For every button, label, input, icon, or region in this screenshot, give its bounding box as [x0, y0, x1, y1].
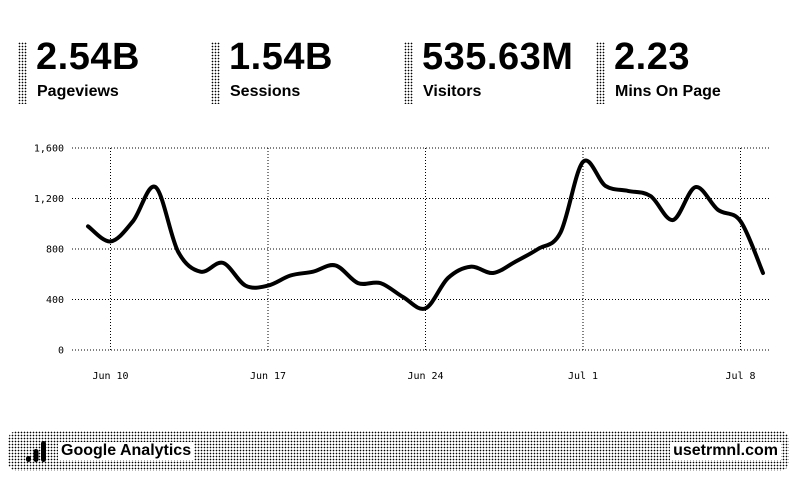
y-tick-label: 0 [58, 346, 64, 357]
metric-accent-bar [18, 42, 27, 104]
x-tick-label: Jul 8 [725, 371, 755, 382]
metric-accent-bar [211, 42, 220, 104]
y-tick-label: 1,600 [34, 144, 64, 155]
x-tick-label: Jun 24 [407, 371, 443, 382]
brand-name: Google Analytics [58, 442, 195, 460]
metric-value: 2.54B [36, 36, 140, 78]
x-tick-label: Jul 1 [568, 371, 598, 382]
metric-value: 2.23 [614, 36, 690, 78]
metric-value: 535.63M [422, 36, 574, 78]
metric-label: Visitors [423, 83, 482, 100]
pageviews-line-chart: 0 400 800 1,200 1,600 Jun 10 Jun 17 Jun 24 Jul 1… [0, 130, 797, 390]
metric-accent-bar [404, 42, 413, 104]
metric-label: Mins On Page [615, 83, 721, 100]
y-tick-label: 400 [46, 295, 64, 306]
metric-label: Pageviews [37, 83, 119, 100]
metric-label: Sessions [230, 83, 301, 100]
x-tick-label: Jun 17 [250, 371, 286, 382]
bar-chart-icon [26, 441, 46, 462]
footer-bar: Google Analytics usetrmnl.com [8, 431, 789, 471]
y-tick-label: 800 [46, 245, 64, 256]
site-url: usetrmnl.com [670, 442, 781, 460]
metric-value: 1.54B [229, 36, 333, 78]
metrics-row: 2.54B Pageviews 1.54B Sessions 535.63M V… [18, 38, 788, 104]
x-tick-label: Jun 10 [92, 371, 128, 382]
metric-accent-bar [596, 42, 605, 104]
y-tick-label: 1,200 [34, 194, 64, 205]
chart-canvas: 0 400 800 1,200 1,600 Jun 10 Jun 17 Jun 24 Jul 1… [34, 144, 770, 382]
